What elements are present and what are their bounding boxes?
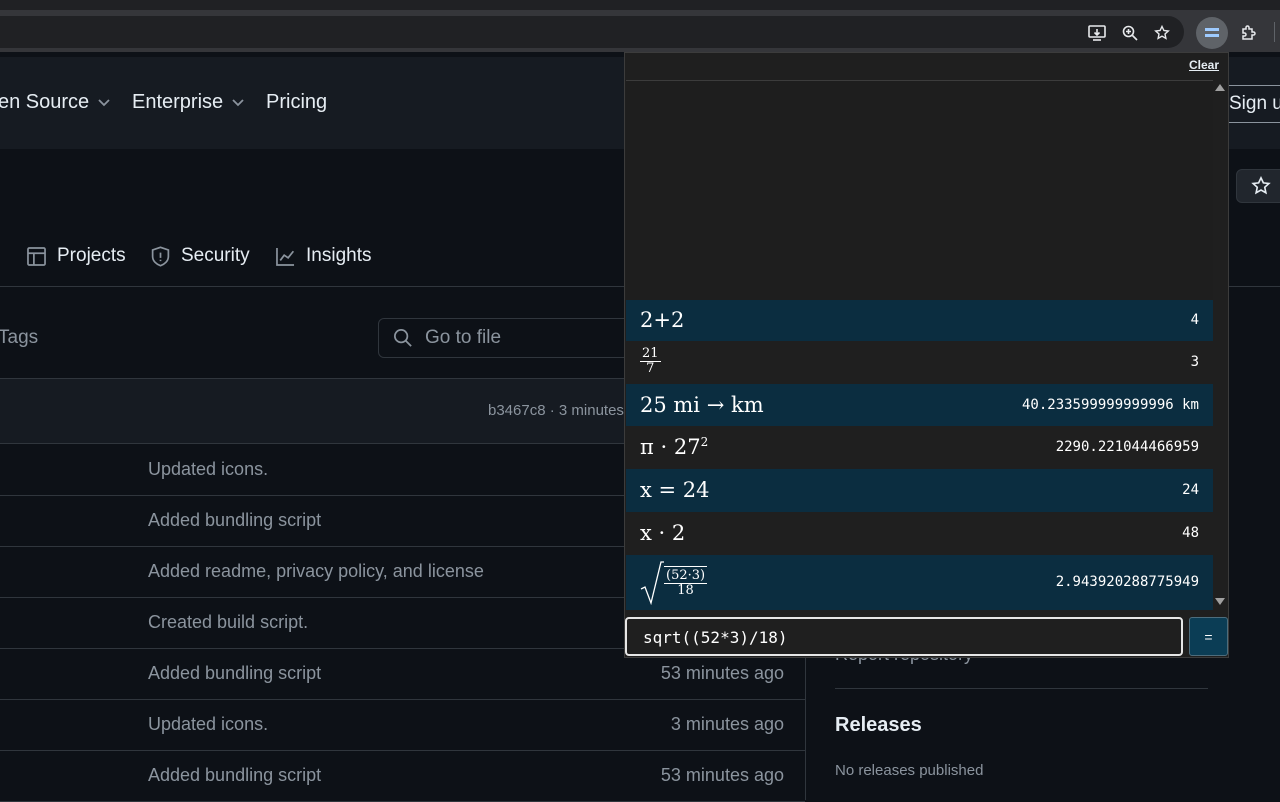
graph-icon [276, 247, 295, 266]
file-row[interactable]: Updated icons. 3 minutes ago [0, 700, 805, 751]
commit-message[interactable]: Created build script. [148, 612, 308, 633]
history-result: 2.943920288775949 [1055, 574, 1199, 590]
releases-heading[interactable]: Releases [835, 714, 922, 737]
table-icon [27, 246, 46, 266]
nav-open-source[interactable]: en Source [0, 91, 111, 114]
star-icon [1251, 176, 1271, 195]
commit-time: 53 minutes ago [660, 663, 784, 683]
toolbar-divider [1274, 22, 1275, 42]
nav-enterprise-label: Enterprise [132, 91, 224, 113]
expression-input[interactable]: sqrt((52*3)/18) [625, 617, 1183, 656]
fraction: 21 7 [640, 347, 661, 376]
square-root-icon [640, 561, 664, 605]
chevron-down-icon [232, 98, 244, 106]
history-row[interactable]: x = 24 24 [626, 469, 1213, 512]
install-app-icon[interactable] [1084, 20, 1110, 46]
latest-commit-info[interactable]: b3467c8 · 3 minutes [488, 402, 624, 419]
history-expression: (52·3) 18 [640, 561, 708, 605]
tab-insights[interactable]: Insights [275, 245, 371, 267]
shield-icon [151, 245, 170, 267]
tab-security[interactable]: Security [150, 245, 250, 267]
scroll-up-icon[interactable] [1215, 84, 1225, 91]
go-to-file-input[interactable]: Go to file [378, 318, 638, 358]
history-expression: x · 2 [640, 521, 686, 545]
file-row[interactable]: Added bundling script 53 minutes ago [0, 751, 805, 802]
browser-tab-strip [0, 0, 1280, 10]
history-expression: x = 24 [640, 478, 710, 502]
history-result: 2290.221044466959 [1055, 439, 1199, 455]
commit-message[interactable]: Added bundling script [148, 663, 321, 684]
history-expression: π · 27 2 [640, 435, 708, 459]
nav-pricing-label: Pricing [266, 91, 328, 113]
tags-link[interactable]: Tags [0, 327, 38, 349]
history-row[interactable]: π · 27 2 2290.221044466959 [626, 426, 1213, 469]
history-empty-space [626, 81, 1213, 300]
commit-message[interactable]: Added readme, privacy policy, and licens… [148, 561, 484, 582]
history-result: 24 [1182, 482, 1199, 498]
history-result: 3 [1190, 354, 1199, 370]
go-to-file-placeholder: Go to file [425, 327, 502, 348]
history-scrollbar[interactable] [1213, 80, 1227, 610]
zoom-icon[interactable] [1117, 20, 1143, 46]
tab-insights-label: Insights [306, 245, 372, 266]
nav-enterprise[interactable]: Enterprise [132, 91, 245, 114]
fraction: (52·3) 18 [664, 566, 708, 598]
equals-button[interactable]: = [1189, 617, 1228, 656]
calculator-extension-button[interactable] [1196, 17, 1228, 49]
fraction-numerator: 21 [640, 346, 661, 362]
calculator-extension-icon [1205, 28, 1219, 37]
fraction-numerator: (52·3) [664, 568, 708, 584]
nav-open-source-label: en Source [0, 91, 90, 113]
commit-message[interactable]: Updated icons. [148, 714, 268, 735]
commit-time: 3 minutes ago [670, 714, 784, 734]
no-releases-text: No releases published [835, 762, 984, 779]
fraction-denominator: 7 [646, 361, 655, 376]
chevron-down-icon [98, 98, 110, 106]
clear-history-link[interactable]: Clear [1189, 58, 1219, 72]
history-expression: 21 7 [640, 347, 661, 376]
history-expression: 2+2 [640, 308, 685, 332]
search-icon [394, 329, 412, 347]
commit-time: 53 minutes ago [660, 765, 784, 785]
history-row[interactable]: 21 7 3 [626, 341, 1213, 384]
history-result: 40.233599999999996 km [1021, 397, 1199, 413]
history-row[interactable]: 2+2 4 [626, 300, 1213, 341]
extensions-puzzle-icon[interactable] [1236, 20, 1262, 46]
star-button[interactable] [1236, 169, 1280, 203]
tab-security-label: Security [181, 245, 250, 266]
address-bar[interactable] [0, 16, 1184, 48]
expression-base: π · 27 [640, 435, 701, 459]
bookmark-star-icon[interactable] [1149, 20, 1175, 46]
history-result: 4 [1190, 312, 1199, 328]
sidebar-rule [835, 688, 1208, 689]
history-expression: 25 mi → km [640, 393, 764, 417]
calculation-history[interactable]: 2+2 4 21 7 3 25 mi → km 40.2335999999999… [626, 80, 1213, 610]
nav-pricing[interactable]: Pricing [266, 91, 327, 114]
history-result: 48 [1182, 525, 1199, 541]
scroll-down-icon[interactable] [1215, 598, 1225, 605]
commit-message[interactable]: Added bundling script [148, 765, 321, 786]
history-row[interactable]: (52·3) 18 2.943920288775949 [626, 555, 1213, 610]
commit-message[interactable]: Added bundling script [148, 510, 321, 531]
expression-exponent: 2 [700, 435, 709, 449]
fraction-denominator: 18 [677, 583, 694, 598]
history-row[interactable]: 25 mi → km 40.233599999999996 km [626, 384, 1213, 426]
history-row[interactable]: x · 2 48 [626, 512, 1213, 555]
commit-message[interactable]: Updated icons. [148, 459, 268, 480]
tab-projects-label: Projects [57, 245, 126, 266]
tab-projects[interactable]: Projects [26, 245, 126, 267]
